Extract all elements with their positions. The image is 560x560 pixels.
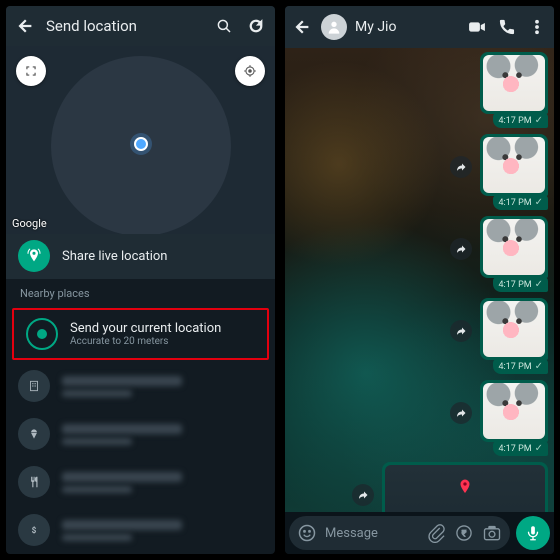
refresh-icon[interactable] [245, 15, 267, 37]
mic-button[interactable] [516, 516, 550, 550]
image-thumbnail [483, 301, 545, 357]
target-icon [26, 318, 58, 350]
image-thumbnail [483, 137, 545, 193]
chat-header: My Jio [285, 6, 554, 48]
message-input[interactable]: Message ₹ [289, 516, 510, 550]
video-call-icon[interactable] [466, 16, 488, 38]
camera-icon[interactable] [482, 523, 502, 543]
more-icon[interactable] [526, 16, 548, 38]
back-button[interactable] [291, 16, 313, 38]
highlight-box: Send your current location Accurate to 2… [12, 308, 269, 360]
send-current-location-button[interactable]: Send your current location Accurate to 2… [14, 310, 267, 358]
current-location-title: Send your current location [70, 321, 221, 336]
svg-text:$: $ [32, 525, 37, 535]
nearby-place-item[interactable] [6, 458, 275, 506]
image-thumbnail [483, 55, 545, 111]
location-dot [134, 137, 148, 151]
forward-icon[interactable] [450, 156, 472, 178]
sent-check-icon: ✓ [535, 115, 543, 126]
voice-call-icon[interactable] [496, 16, 518, 38]
header: Send location [6, 6, 275, 46]
image-thumbnail [483, 383, 545, 439]
forward-icon[interactable] [450, 320, 472, 342]
outgoing-image-message[interactable]: 4:17 PM ✓ [480, 380, 548, 456]
building-icon [18, 370, 50, 402]
fullscreen-icon[interactable] [16, 56, 46, 86]
chat-screen: My Jio 4:17 PM ✓ 4:17 PM ✓ [285, 6, 554, 554]
timestamp: 4:17 PM [498, 116, 531, 126]
map-attribution: Google [12, 217, 47, 230]
outgoing-image-message[interactable]: 4:17 PM ✓ [480, 134, 548, 210]
timestamp: 4:17 PM [498, 198, 531, 208]
nearby-place-item[interactable]: $ [6, 506, 275, 554]
my-location-icon[interactable] [235, 56, 265, 86]
input-placeholder: Message [325, 526, 418, 541]
map-pin-icon [456, 478, 474, 500]
chat-body[interactable]: 4:17 PM ✓ 4:17 PM ✓ 4:17 PM ✓ 4:17 PM ✓ [285, 48, 554, 512]
timestamp: 4:17 PM [498, 444, 531, 454]
map-preview[interactable]: Google [6, 46, 275, 234]
outgoing-location-message[interactable]: Google 4:20 PM✓ [382, 462, 548, 512]
search-icon[interactable] [213, 15, 235, 37]
back-button[interactable] [14, 15, 36, 37]
message-list: 4:17 PM ✓ 4:17 PM ✓ 4:17 PM ✓ 4:17 PM ✓ [285, 48, 554, 512]
location-map-thumbnail: Google [385, 465, 545, 512]
sent-check-icon: ✓ [535, 443, 543, 454]
ice-cream-icon [18, 418, 50, 450]
avatar[interactable] [321, 14, 347, 40]
input-bar: Message ₹ [285, 512, 554, 554]
nearby-places-label: Nearby places [6, 279, 275, 306]
sent-check-icon: ✓ [535, 361, 543, 372]
timestamp: 4:17 PM [498, 280, 531, 290]
outgoing-image-message[interactable]: 4:17 PM ✓ [480, 52, 548, 128]
live-location-icon [18, 240, 50, 272]
share-live-label: Share live location [62, 249, 167, 264]
share-live-location-button[interactable]: Share live location [6, 234, 275, 279]
dollar-icon: $ [18, 514, 50, 546]
outgoing-image-message[interactable]: 4:17 PM ✓ [480, 298, 548, 374]
payment-icon[interactable]: ₹ [454, 523, 474, 543]
svg-text:₹: ₹ [462, 529, 467, 539]
nearby-place-item[interactable] [6, 362, 275, 410]
attach-icon[interactable] [426, 523, 446, 543]
send-location-screen: Send location Google Share live location… [6, 6, 275, 554]
contact-name[interactable]: My Jio [355, 19, 458, 35]
header-title: Send location [46, 17, 203, 35]
emoji-icon[interactable] [297, 523, 317, 543]
image-thumbnail [483, 219, 545, 275]
nearby-place-item[interactable] [6, 410, 275, 458]
current-location-subtitle: Accurate to 20 meters [70, 336, 221, 347]
forward-icon[interactable] [450, 238, 472, 260]
forward-icon[interactable] [450, 402, 472, 424]
cutlery-icon [18, 466, 50, 498]
outgoing-image-message[interactable]: 4:17 PM ✓ [480, 216, 548, 292]
forward-icon[interactable] [352, 484, 374, 506]
sent-check-icon: ✓ [535, 279, 543, 290]
sent-check-icon: ✓ [535, 197, 543, 208]
timestamp: 4:17 PM [498, 362, 531, 372]
